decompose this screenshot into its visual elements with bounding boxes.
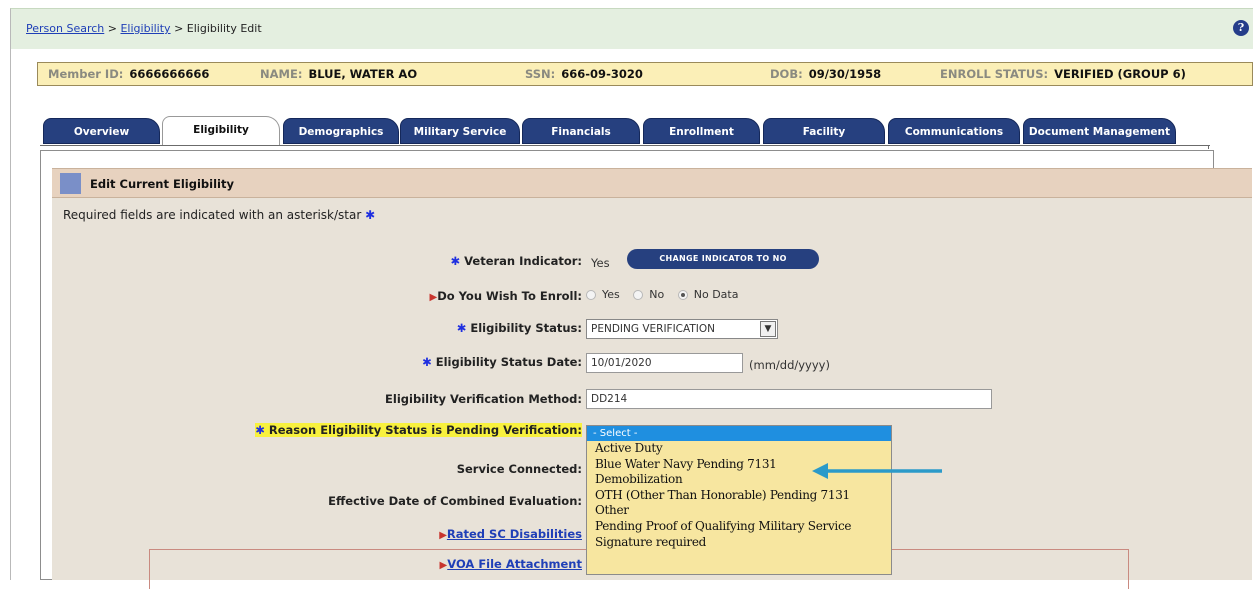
- effective-date-label: Effective Date of Combined Evaluation:: [328, 494, 582, 508]
- change-indicator-button[interactable]: CHANGE INDICATOR TO NO: [627, 249, 819, 269]
- reason-dropdown-list[interactable]: - Select - Active Duty Blue Water Navy P…: [586, 425, 892, 575]
- eligibility-status-select[interactable]: PENDING VERIFICATION ▼: [586, 319, 778, 339]
- eligibility-status-label: ✱ Eligibility Status:: [456, 321, 582, 335]
- breadcrumb: Person Search > Eligibility > Eligibilit…: [26, 22, 262, 35]
- breadcrumb-separator: >: [174, 22, 184, 35]
- reason-pending-label: ✱ Reason Eligibility Status is Pending V…: [255, 423, 582, 437]
- dropdown-option[interactable]: Other: [587, 503, 891, 519]
- dropdown-option[interactable]: OTH (Other Than Honorable) Pending 7131: [587, 488, 891, 504]
- radio-icon[interactable]: [633, 290, 644, 300]
- breadcrumb-current: Eligibility Edit: [186, 22, 262, 35]
- eligibility-date-input[interactable]: 10/01/2020: [586, 353, 743, 373]
- date-format-hint: (mm/dd/yyyy): [749, 358, 830, 372]
- tab-financials[interactable]: Financials: [522, 118, 640, 144]
- expand-arrow-icon: ▶: [439, 530, 447, 541]
- tab-facility[interactable]: Facility: [763, 118, 885, 144]
- enroll-radio-group: Yes No No Data: [586, 288, 748, 301]
- required-star-icon: ✱: [450, 254, 461, 268]
- tab-underline: [40, 145, 1210, 146]
- pointer-arrow-icon: [812, 463, 942, 479]
- enroll-option-no[interactable]: No: [633, 288, 664, 301]
- member-enroll-status: ENROLL STATUS: VERIFIED (GROUP 6): [940, 67, 1186, 81]
- breadcrumb-bar: Person Search > Eligibility > Eligibilit…: [11, 9, 1253, 49]
- section-icon: [60, 173, 81, 194]
- tab-demographics[interactable]: Demographics: [283, 118, 399, 144]
- voa-file-attachment-row: ▶VOA File Attachment: [440, 557, 582, 571]
- dropdown-option[interactable]: Signature required: [587, 535, 891, 551]
- dropdown-option[interactable]: Active Duty: [587, 441, 891, 457]
- tab-underline-end: [1208, 145, 1209, 149]
- required-note: Required fields are indicated with an as…: [63, 208, 376, 222]
- tab-enrollment[interactable]: Enrollment: [643, 118, 760, 144]
- radio-icon[interactable]: [586, 290, 596, 300]
- required-star-icon: ✱: [365, 208, 376, 222]
- tab-overview[interactable]: Overview: [43, 118, 160, 144]
- member-ssn: SSN: 666-09-3020: [525, 67, 643, 81]
- member-dob: DOB: 09/30/1958: [770, 67, 882, 81]
- tab-document-management[interactable]: Document Management: [1023, 118, 1176, 144]
- radio-selected-icon[interactable]: [677, 290, 688, 300]
- verification-method-label: Eligibility Verification Method:: [385, 392, 582, 406]
- enroll-label: ▶Do You Wish To Enroll:: [429, 289, 583, 303]
- service-connected-label: Service Connected:: [456, 462, 582, 476]
- rated-sc-disabilities-link[interactable]: Rated SC Disabilities: [447, 527, 582, 541]
- member-name: NAME: BLUE, WATER AO: [260, 67, 418, 81]
- required-star-icon: ✱: [422, 355, 432, 369]
- member-info-bar: Member ID: 6666666666 NAME: BLUE, WATER AO…: [37, 62, 1253, 86]
- help-icon[interactable]: ?: [1233, 20, 1249, 36]
- tab-eligibility[interactable]: Eligibility: [162, 116, 280, 146]
- dropdown-selected-option[interactable]: - Select -: [587, 426, 891, 441]
- breadcrumb-person-search[interactable]: Person Search: [26, 22, 104, 35]
- breadcrumb-separator: >: [107, 22, 117, 35]
- enroll-option-no-data[interactable]: No Data: [677, 288, 738, 301]
- required-star-icon: ✱: [456, 321, 467, 335]
- voa-file-attachment-link[interactable]: VOA File Attachment: [447, 557, 582, 571]
- verification-method-input[interactable]: DD214: [586, 389, 992, 409]
- chevron-down-icon[interactable]: ▼: [760, 321, 776, 337]
- dropdown-option[interactable]: Pending Proof of Qualifying Military Ser…: [587, 519, 891, 535]
- tab-military-service[interactable]: Military Service: [400, 118, 520, 144]
- required-star-icon: ✱: [255, 423, 265, 437]
- section-title: Edit Current Eligibility: [90, 177, 234, 191]
- rated-sc-disabilities-row: ▶Rated SC Disabilities: [439, 527, 582, 541]
- tab-communications[interactable]: Communications: [888, 118, 1020, 144]
- breadcrumb-eligibility[interactable]: Eligibility: [120, 22, 170, 35]
- veteran-indicator-label: ✱ Veteran Indicator:: [450, 254, 582, 268]
- enroll-option-yes[interactable]: Yes: [586, 288, 620, 301]
- veteran-indicator-value: Yes: [591, 256, 610, 270]
- eligibility-date-label: ✱ Eligibility Status Date:: [422, 355, 582, 369]
- section-header: Edit Current Eligibility: [52, 168, 1252, 198]
- member-id: Member ID: 6666666666: [48, 67, 210, 81]
